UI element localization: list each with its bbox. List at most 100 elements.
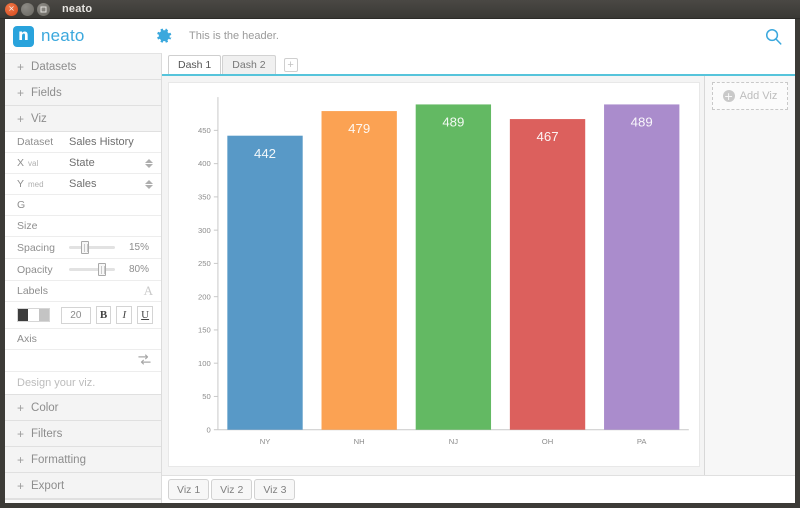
viz-settings-panel: Dataset Sales History X val State Y med … [5,132,161,395]
design-placeholder: Design your viz. [5,372,161,395]
app-header: n neato This is the header. [5,19,795,53]
close-button[interactable]: × [5,2,18,16]
sidebar-item-label: Datasets [31,60,77,73]
opacity-slider-thumb[interactable] [97,263,106,276]
sidebar-item-filters[interactable]: + Filters [5,421,161,447]
dataset-label: Dataset [17,136,54,148]
spacing-row[interactable]: Spacing 15% [5,237,161,259]
svg-text:50: 50 [202,392,211,401]
maximize-button[interactable] [37,2,50,16]
sidebar-item-label: Formatting [31,453,86,466]
logo-text: neato [41,26,85,45]
x-field-stepper-icon[interactable] [144,158,153,168]
viz-tabstrip: Viz 1 Viz 2 Viz 3 [162,475,795,503]
y-label-sub: med [28,180,44,189]
window-title: neato [62,3,93,15]
tab-viz-2[interactable]: Viz 2 [211,479,253,500]
chart-card[interactable]: 0 50 100 150 200 250 300 350 400 450 442 NY 479 NH 489… [168,82,700,467]
swap-row [5,350,161,372]
svg-text:489: 489 [442,115,464,130]
tab-label: Viz 1 [177,483,201,496]
sidebar-item-viz[interactable]: + Viz [5,106,161,132]
tab-dash-1[interactable]: Dash 1 [168,55,222,74]
sidebar-item-label: Export [31,479,65,492]
svg-text:100: 100 [198,359,211,368]
sidebar: + Datasets + Fields + Viz Dataset Sales … [5,53,162,503]
gear-icon[interactable] [156,28,173,45]
plus-circle-icon: + [722,89,735,103]
close-icon: × [8,4,15,13]
font-size-input[interactable]: 20 [61,306,91,324]
y-field-label: Y med [17,178,69,190]
svg-text:479: 479 [348,121,370,136]
y-field-row[interactable]: Y med Sales [5,174,161,195]
dataset-value: Sales History [69,136,134,148]
minimize-button[interactable] [21,2,34,16]
underline-button[interactable]: U [137,306,154,324]
svg-text:OH: OH [542,437,553,446]
sidebar-item-formatting[interactable]: + Formatting [5,447,161,473]
tab-dash-2[interactable]: Dash 2 [222,55,276,74]
x-field-label: X val [17,157,69,169]
swap-arrows-icon[interactable] [138,353,151,369]
logo-letter: n [18,26,29,44]
spacing-slider-thumb[interactable] [81,241,90,254]
x-field-row[interactable]: X val State [5,153,161,174]
header-text: This is the header. [189,30,279,42]
svg-text:200: 200 [198,292,211,301]
svg-text:PA: PA [637,437,648,446]
svg-text:150: 150 [198,326,211,335]
color-swatch-dark [18,309,29,321]
window-titlebar: × neato [0,0,800,19]
sidebar-item-datasets[interactable]: + Datasets [5,54,161,80]
tab-viz-1[interactable]: Viz 1 [168,479,210,500]
svg-text:NH: NH [354,437,365,446]
bold-button[interactable]: B [95,306,112,324]
color-swatch-light [28,309,39,321]
sidebar-item-fields[interactable]: + Fields [5,80,161,106]
axis-row[interactable]: Axis [5,329,161,350]
main-area: + Datasets + Fields + Viz Dataset Sales … [5,53,795,503]
dataset-row[interactable]: Dataset Sales History [5,132,161,153]
spacing-value: 15% [128,242,149,253]
g-field-row[interactable]: G [5,195,161,216]
opacity-slider[interactable] [69,263,115,276]
color-swatch[interactable] [17,308,51,322]
workspace: 0 50 100 150 200 250 300 350 400 450 442 NY 479 NH 489… [162,74,795,475]
tab-viz-3[interactable]: Viz 3 [254,479,296,500]
opacity-row[interactable]: Opacity 80% [5,259,161,281]
x-label-sub: val [28,159,39,168]
x-field-value: State [69,157,95,169]
italic-button[interactable]: I [116,306,133,324]
chart-canvas: 0 50 100 150 200 250 300 350 400 450 442 NY 479 NH 489… [162,76,705,475]
sidebar-filler [5,499,161,503]
plus-icon: + [17,426,25,441]
sidebar-item-color[interactable]: + Color [5,395,161,421]
plus-icon: + [17,400,25,415]
add-viz-button[interactable]: + Add Viz [712,82,788,110]
labels-row: Labels A [5,281,161,302]
app-logo[interactable]: n neato [13,25,148,47]
size-label: Size [17,220,38,232]
svg-text:300: 300 [198,226,211,235]
tab-label: Viz 3 [263,483,287,496]
content-area: Dash 1 Dash 2 + 0 50 100 150 200 250 300 350 400… [162,53,795,503]
dashboard-tabstrip: Dash 1 Dash 2 + [162,53,795,74]
size-section-row: Size [5,216,161,237]
svg-text:NY: NY [260,437,271,446]
opacity-label: Opacity [17,263,53,276]
add-dashboard-icon[interactable]: + [283,58,298,72]
spacing-slider[interactable] [69,241,115,254]
labels-label: Labels [17,285,48,297]
svg-text:250: 250 [198,259,211,268]
plus-icon: + [17,85,25,100]
search-icon[interactable] [764,27,783,46]
plus-icon: + [17,478,25,493]
sidebar-item-export[interactable]: + Export [5,473,161,499]
bar-chart[interactable]: 0 50 100 150 200 250 300 350 400 450 442 NY 479 NH 489… [169,83,699,466]
svg-text:442: 442 [254,146,276,161]
font-icon[interactable]: A [144,283,153,299]
svg-text:350: 350 [198,193,211,202]
viz-side-panel: + Add Viz [705,76,795,475]
y-field-stepper-icon[interactable] [144,179,153,189]
